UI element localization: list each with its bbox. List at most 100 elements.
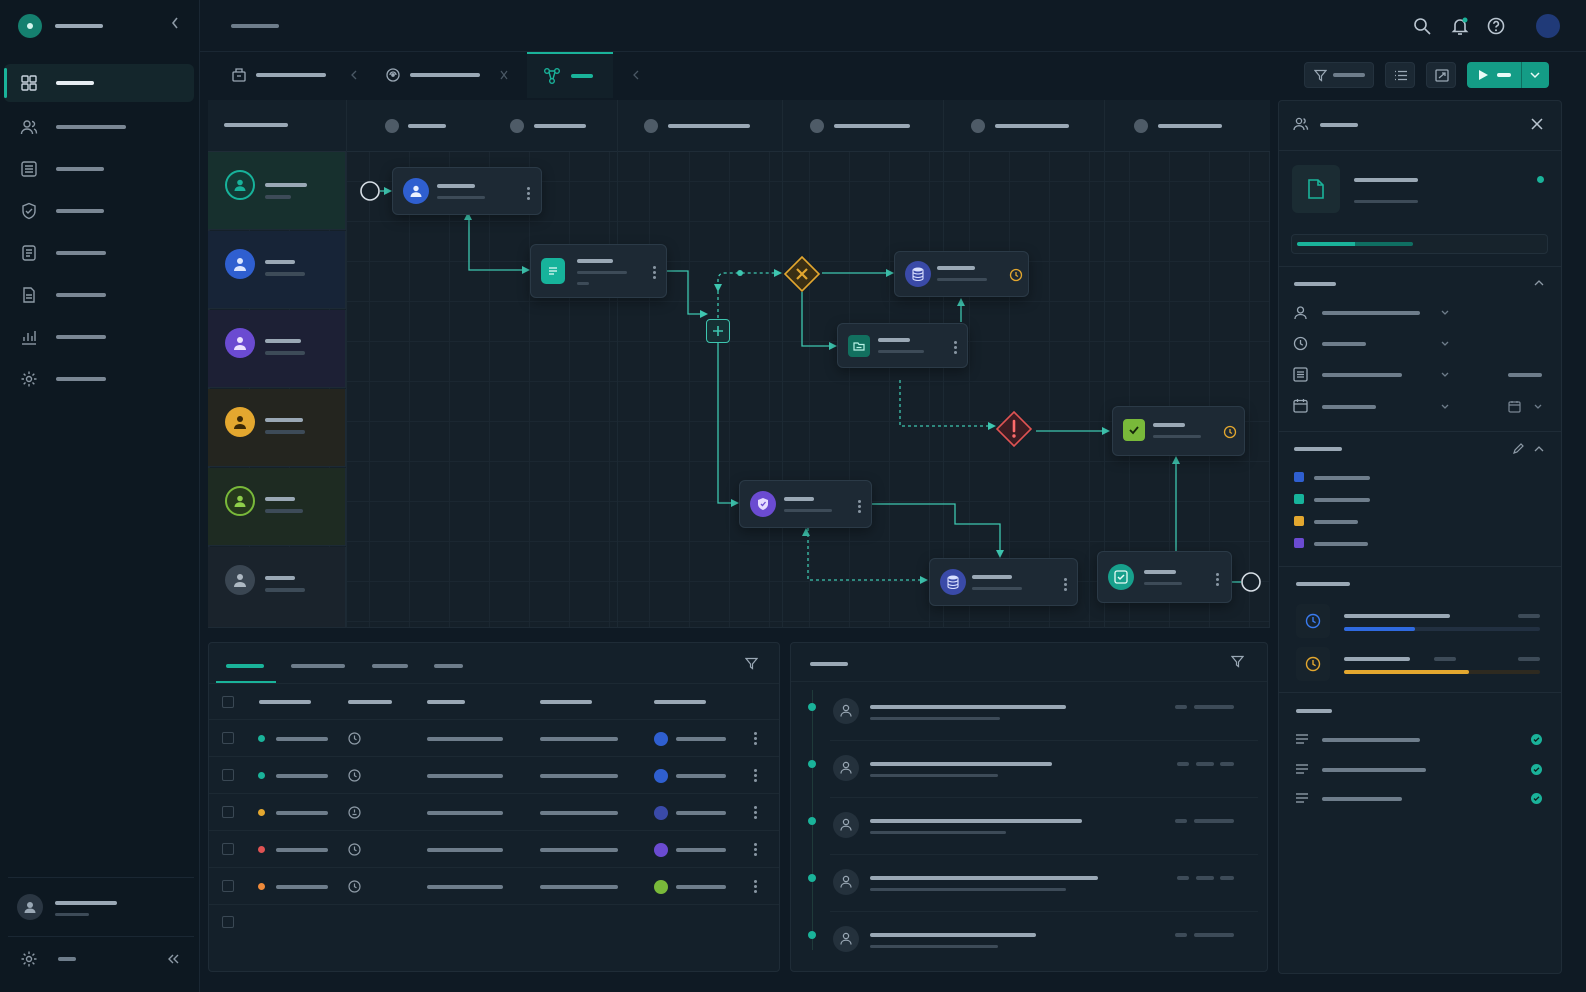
error-gateway[interactable]: [995, 410, 1033, 448]
table-tab[interactable]: [291, 664, 345, 668]
checklist-item[interactable]: [1322, 768, 1426, 772]
select-all-checkbox[interactable]: [222, 696, 234, 708]
node-complete-task[interactable]: [1097, 551, 1232, 603]
workflow-canvas[interactable]: [208, 100, 1270, 628]
table-tab-active[interactable]: [226, 664, 264, 668]
status-dot: [258, 735, 265, 742]
swimlane-green[interactable]: [208, 468, 346, 546]
node-menu-icon[interactable]: [527, 187, 530, 202]
app-logo[interactable]: [18, 14, 42, 38]
tab-workflow-1[interactable]: [220, 52, 370, 98]
tab-workflow-2[interactable]: [374, 52, 522, 98]
node-document-task[interactable]: [530, 244, 667, 298]
table-tab[interactable]: [372, 664, 408, 668]
field-category[interactable]: [1322, 373, 1402, 377]
timer-track: [1344, 627, 1540, 631]
swimlane-blue[interactable]: [208, 231, 346, 309]
column-header[interactable]: [348, 700, 392, 704]
row-checkbox[interactable]: [222, 916, 234, 928]
swimlane-gray[interactable]: [208, 547, 346, 627]
chevron-down-icon[interactable]: [1440, 309, 1450, 317]
checklist-item[interactable]: [1322, 738, 1420, 742]
calendar-picker-icon[interactable]: [1508, 400, 1521, 413]
parallel-gateway[interactable]: [706, 319, 730, 343]
node-user-task[interactable]: [392, 167, 542, 215]
column-header[interactable]: [540, 700, 592, 704]
node-menu-icon[interactable]: [954, 341, 957, 356]
run-workflow-button[interactable]: [1467, 62, 1549, 88]
node-menu-icon[interactable]: [653, 266, 656, 281]
swimlane-teal[interactable]: [208, 152, 346, 230]
tab-workflow-active[interactable]: [527, 52, 613, 98]
row-checkbox[interactable]: [222, 843, 234, 855]
search-icon[interactable]: [1412, 16, 1432, 36]
swimlane-purple[interactable]: [208, 310, 346, 388]
chevron-left-icon[interactable]: [350, 70, 358, 80]
chevron-down-icon[interactable]: [1440, 340, 1450, 348]
chevron-left-icon[interactable]: [632, 70, 640, 80]
lane-name: [265, 260, 295, 264]
exclusive-gateway[interactable]: [783, 255, 821, 293]
sidebar-item-dashboard[interactable]: [4, 64, 194, 102]
sidebar-item-label: [56, 167, 104, 171]
user-avatar[interactable]: [17, 894, 43, 920]
sidebar-item-files[interactable]: [4, 276, 194, 314]
node-file-task[interactable]: [837, 323, 968, 368]
column-header[interactable]: [259, 700, 311, 704]
chevron-down-icon[interactable]: [1529, 71, 1541, 79]
sidebar-item-list[interactable]: [4, 150, 194, 188]
row-menu-icon[interactable]: [754, 880, 757, 895]
profile-avatar[interactable]: [1536, 14, 1560, 38]
row-menu-icon[interactable]: [754, 843, 757, 858]
node-data-task[interactable]: [929, 558, 1078, 606]
node-menu-icon[interactable]: [1216, 573, 1219, 588]
filter-button[interactable]: [1304, 62, 1374, 88]
chevron-down-icon[interactable]: [1533, 403, 1543, 411]
field-assignee[interactable]: [1322, 311, 1420, 315]
list-view-button[interactable]: [1385, 62, 1415, 88]
sidebar-item-documents[interactable]: [4, 234, 194, 272]
settings-gear-icon[interactable]: [20, 950, 38, 968]
column-header[interactable]: [654, 700, 706, 704]
node-security-task[interactable]: [739, 480, 872, 528]
field-due-date[interactable]: [1322, 405, 1376, 409]
filter-icon[interactable]: [1231, 655, 1244, 668]
field-duration[interactable]: [1322, 342, 1366, 346]
breadcrumb[interactable]: [231, 24, 279, 28]
chevron-down-icon[interactable]: [1440, 403, 1450, 411]
node-approval-task[interactable]: [1112, 406, 1245, 456]
row-menu-icon[interactable]: [754, 769, 757, 784]
double-chevron-left-icon[interactable]: [166, 952, 180, 966]
row-checkbox[interactable]: [222, 806, 234, 818]
row-menu-icon[interactable]: [754, 806, 757, 821]
column-header[interactable]: [427, 700, 465, 704]
chevron-up-icon[interactable]: [1533, 444, 1545, 454]
node-database-task[interactable]: [894, 251, 1029, 297]
edit-icon[interactable]: [1512, 442, 1525, 455]
sidebar-item-analytics[interactable]: [4, 318, 194, 356]
checklist-item[interactable]: [1322, 797, 1402, 801]
row-checkbox[interactable]: [222, 732, 234, 744]
close-tab-icon[interactable]: [500, 70, 508, 80]
help-icon[interactable]: [1486, 16, 1506, 36]
node-menu-icon[interactable]: [858, 500, 861, 515]
node-subtitle: [972, 587, 1022, 590]
chevron-down-icon[interactable]: [1440, 371, 1450, 379]
panel-title: [1320, 123, 1358, 127]
bell-icon[interactable]: [1450, 16, 1470, 36]
row-menu-icon[interactable]: [754, 732, 757, 747]
collapse-sidebar-icon[interactable]: [170, 16, 184, 34]
sidebar-item-security[interactable]: [4, 192, 194, 230]
task-name: [276, 737, 328, 741]
node-menu-icon[interactable]: [1064, 578, 1067, 593]
row-checkbox[interactable]: [222, 880, 234, 892]
swimlane-amber[interactable]: [208, 389, 346, 467]
row-checkbox[interactable]: [222, 769, 234, 781]
sidebar-item-users[interactable]: [4, 108, 194, 146]
layout-button[interactable]: [1426, 62, 1456, 88]
table-tab[interactable]: [434, 664, 463, 668]
close-icon[interactable]: [1530, 117, 1544, 131]
chevron-up-icon[interactable]: [1533, 278, 1545, 288]
sidebar-item-settings[interactable]: [4, 360, 194, 398]
filter-icon[interactable]: [745, 657, 758, 670]
